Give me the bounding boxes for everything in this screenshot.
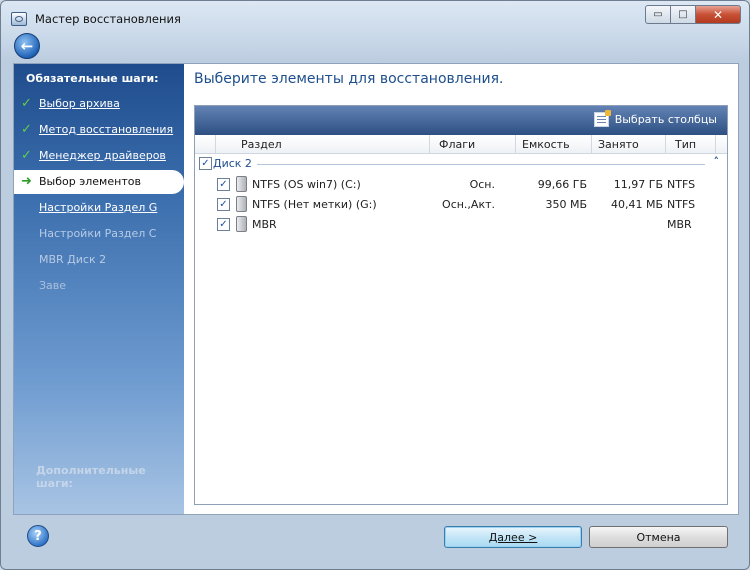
restore-wizard-window: Мастер восстановления ▭ □ ✕ ← Обязательн… <box>0 0 750 570</box>
column-separator[interactable] <box>715 135 716 153</box>
cancel-button[interactable]: Отмена <box>589 526 728 548</box>
step-settings-partition-g[interactable]: Настройки Раздел G <box>14 196 184 220</box>
page-title: Выберите элементы для восстановления. <box>194 71 504 87</box>
window-controls: ▭ □ ✕ <box>645 5 741 24</box>
column-used[interactable]: Занято <box>598 138 639 151</box>
column-separator[interactable] <box>665 135 666 153</box>
column-header: Раздел Флаги Емкость Занято Тип <box>195 135 727 154</box>
title-bar[interactable]: Мастер восстановления ▭ □ ✕ <box>1 1 749 31</box>
close-button[interactable]: ✕ <box>696 5 741 24</box>
hard-disk-icon <box>236 196 247 212</box>
disk-2-checkbox[interactable]: ✓ <box>199 157 212 170</box>
cell-type: MBR <box>667 218 692 231</box>
cell-flags: Осн. <box>469 178 495 191</box>
step-label: MBR Диск 2 <box>39 253 107 266</box>
select-columns-label: Выбрать столбцы <box>614 113 717 126</box>
optional-steps-header: Дополнительные шаги: <box>36 464 146 490</box>
column-separator[interactable] <box>215 135 216 153</box>
group-divider <box>257 164 705 165</box>
select-columns-button[interactable]: Выбрать столбцы <box>593 110 717 127</box>
hard-disk-icon <box>236 176 247 192</box>
column-partition[interactable]: Раздел <box>241 138 282 151</box>
help-button[interactable]: ? <box>27 525 49 547</box>
row-checkbox[interactable]: ✓ <box>217 218 230 231</box>
table-row[interactable]: ✓ NTFS (Нет метки) (G:) Осн.,Акт. 350 МБ… <box>195 194 727 214</box>
columns-icon <box>593 110 611 127</box>
cell-flags: Осн.,Акт. <box>442 198 495 211</box>
cell-capacity: 350 МБ <box>545 198 587 211</box>
cell-type: NTFS <box>667 178 696 191</box>
step-select-archive[interactable]: ✓ Выбор архива <box>14 92 184 116</box>
wizard-content: Обязательные шаги: ✓ Выбор архива ✓ Мето… <box>13 63 739 515</box>
cell-partition: NTFS (Нет метки) (G:) <box>252 198 377 211</box>
step-label: Менеджер драйверов <box>39 149 166 162</box>
cell-type: NTFS <box>667 198 696 211</box>
column-flags[interactable]: Флаги <box>439 138 475 151</box>
cell-partition: NTFS (OS win7) (C:) <box>252 178 361 191</box>
app-icon <box>11 12 27 26</box>
step-label: Выбор архива <box>39 97 120 110</box>
panel-toolbar: Выбрать столбцы <box>195 106 727 135</box>
back-button[interactable]: ← <box>14 33 40 59</box>
disk-group-label: Диск 2 <box>213 157 252 170</box>
column-separator[interactable] <box>515 135 516 153</box>
column-separator[interactable] <box>591 135 592 153</box>
minimize-button[interactable]: ▭ <box>645 5 671 24</box>
disk-group-row[interactable]: ✓ Диск 2 ˄ <box>199 155 723 172</box>
table-row[interactable]: ✓ NTFS (OS win7) (C:) Осн. 99,66 ГБ 11,9… <box>195 174 727 194</box>
next-button-label: Далее > <box>488 530 538 544</box>
step-driver-manager[interactable]: ✓ Менеджер драйверов <box>14 144 184 168</box>
checkmark-icon: ✓ <box>21 122 32 137</box>
required-steps-header: Обязательные шаги: <box>26 72 159 85</box>
row-checkbox[interactable]: ✓ <box>217 198 230 211</box>
help-icon: ? <box>34 528 42 544</box>
step-restore-method[interactable]: ✓ Метод восстановления <box>14 118 184 142</box>
step-label: Настройки Раздел C <box>39 227 157 240</box>
step-label: Заве <box>39 279 67 292</box>
step-finish: Заве <box>14 274 184 298</box>
cell-capacity: 99,66 ГБ <box>537 178 587 191</box>
column-type[interactable]: Тип <box>675 138 696 151</box>
cancel-button-label: Отмена <box>636 530 681 544</box>
column-separator[interactable] <box>429 135 430 153</box>
cell-used: 11,97 ГБ <box>613 178 663 191</box>
next-button[interactable]: Далее > <box>444 526 582 548</box>
collapse-icon[interactable]: ˄ <box>714 155 720 168</box>
step-settings-partition-c: Настройки Раздел C <box>14 222 184 246</box>
column-capacity[interactable]: Емкость <box>522 138 570 151</box>
steps-sidebar: Обязательные шаги: ✓ Выбор архива ✓ Мето… <box>14 64 184 514</box>
items-panel: Выбрать столбцы Раздел Флаги Емкость Зан… <box>194 105 728 505</box>
step-label: Метод восстановления <box>39 123 174 136</box>
maximize-button[interactable]: □ <box>671 5 696 24</box>
step-mbr-disk-2: MBR Диск 2 <box>14 248 184 272</box>
table-row[interactable]: ✓ MBR MBR <box>195 214 727 234</box>
step-select-items[interactable]: ➜ Выбор элементов <box>14 170 184 194</box>
arrow-right-icon: ➜ <box>21 174 32 189</box>
hard-disk-icon <box>236 216 247 232</box>
checkmark-icon: ✓ <box>21 148 32 163</box>
step-label: Выбор элементов <box>39 175 141 188</box>
back-arrow-icon: ← <box>20 36 34 55</box>
checkmark-icon: ✓ <box>21 96 32 111</box>
step-label: Настройки Раздел G <box>39 201 158 214</box>
cell-partition: MBR <box>252 218 277 231</box>
window-title: Мастер восстановления <box>35 12 181 26</box>
row-checkbox[interactable]: ✓ <box>217 178 230 191</box>
cell-used: 40,41 МБ <box>610 198 663 211</box>
